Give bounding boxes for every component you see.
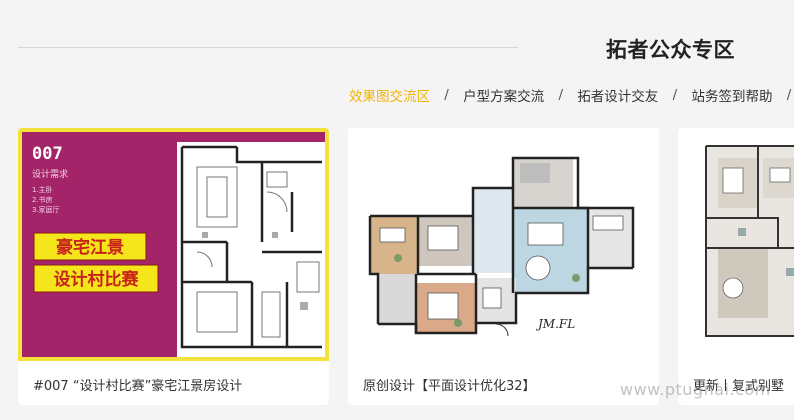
- villa-floor-plan-image: [678, 128, 794, 361]
- thumb-note: 2.书房: [32, 195, 53, 204]
- thumb-code: 007: [32, 144, 63, 164]
- post-title[interactable]: 原创设计【平面设计优化32】: [363, 375, 536, 394]
- plan-signature: JM.FL: [535, 317, 575, 331]
- tab-separator: /: [444, 87, 449, 103]
- post-card[interactable]: JM.FL 原创设计【平面设计优化32】: [348, 128, 659, 405]
- tab-separator: /: [558, 87, 564, 103]
- category-tabs: 效果图交流区 / 户型方案交流 / 拓者设计交友 / 站务签到帮助 / 建: [349, 85, 794, 105]
- thumb-badge-line2: 设计村比赛: [54, 269, 140, 290]
- post-thumbnail[interactable]: 007 设计需求 1.主卧 2.书房 3.家庭厅 豪宅江景 设计村比赛: [18, 128, 329, 361]
- thumb-badge-line1: 豪宅江景: [56, 237, 124, 258]
- thumb-subtitle: 设计需求: [32, 168, 68, 180]
- tab-site-help[interactable]: 站务签到帮助: [691, 85, 772, 105]
- tab-separator: /: [786, 87, 792, 103]
- section-divider: [18, 47, 518, 48]
- post-thumbnail[interactable]: [678, 128, 794, 361]
- apartment-floor-plan-image: JM.FL: [348, 128, 659, 361]
- post-card[interactable]: 更新丨复式别墅: [678, 128, 794, 405]
- competition-floor-plan-image: 007 设计需求 1.主卧 2.书房 3.家庭厅 豪宅江景 设计村比赛: [22, 132, 325, 357]
- tab-floor-plan-exchange[interactable]: 户型方案交流: [463, 85, 544, 105]
- section-title: 拓者公众专区: [606, 38, 735, 62]
- tab-separator: /: [672, 87, 678, 103]
- watermark: www.ptugnai.com: [620, 380, 771, 399]
- thumb-note: 1.主卧: [32, 185, 53, 194]
- post-thumbnail[interactable]: JM.FL: [348, 128, 659, 361]
- post-title[interactable]: #007 “设计村比赛”豪宅江景房设计: [33, 375, 242, 394]
- tab-designer-network[interactable]: 拓者设计交友: [577, 85, 658, 105]
- tab-render-exchange[interactable]: 效果图交流区: [349, 85, 430, 105]
- thumb-note: 3.家庭厅: [32, 205, 60, 214]
- post-card[interactable]: 007 设计需求 1.主卧 2.书房 3.家庭厅 豪宅江景 设计村比赛 #007…: [18, 128, 329, 405]
